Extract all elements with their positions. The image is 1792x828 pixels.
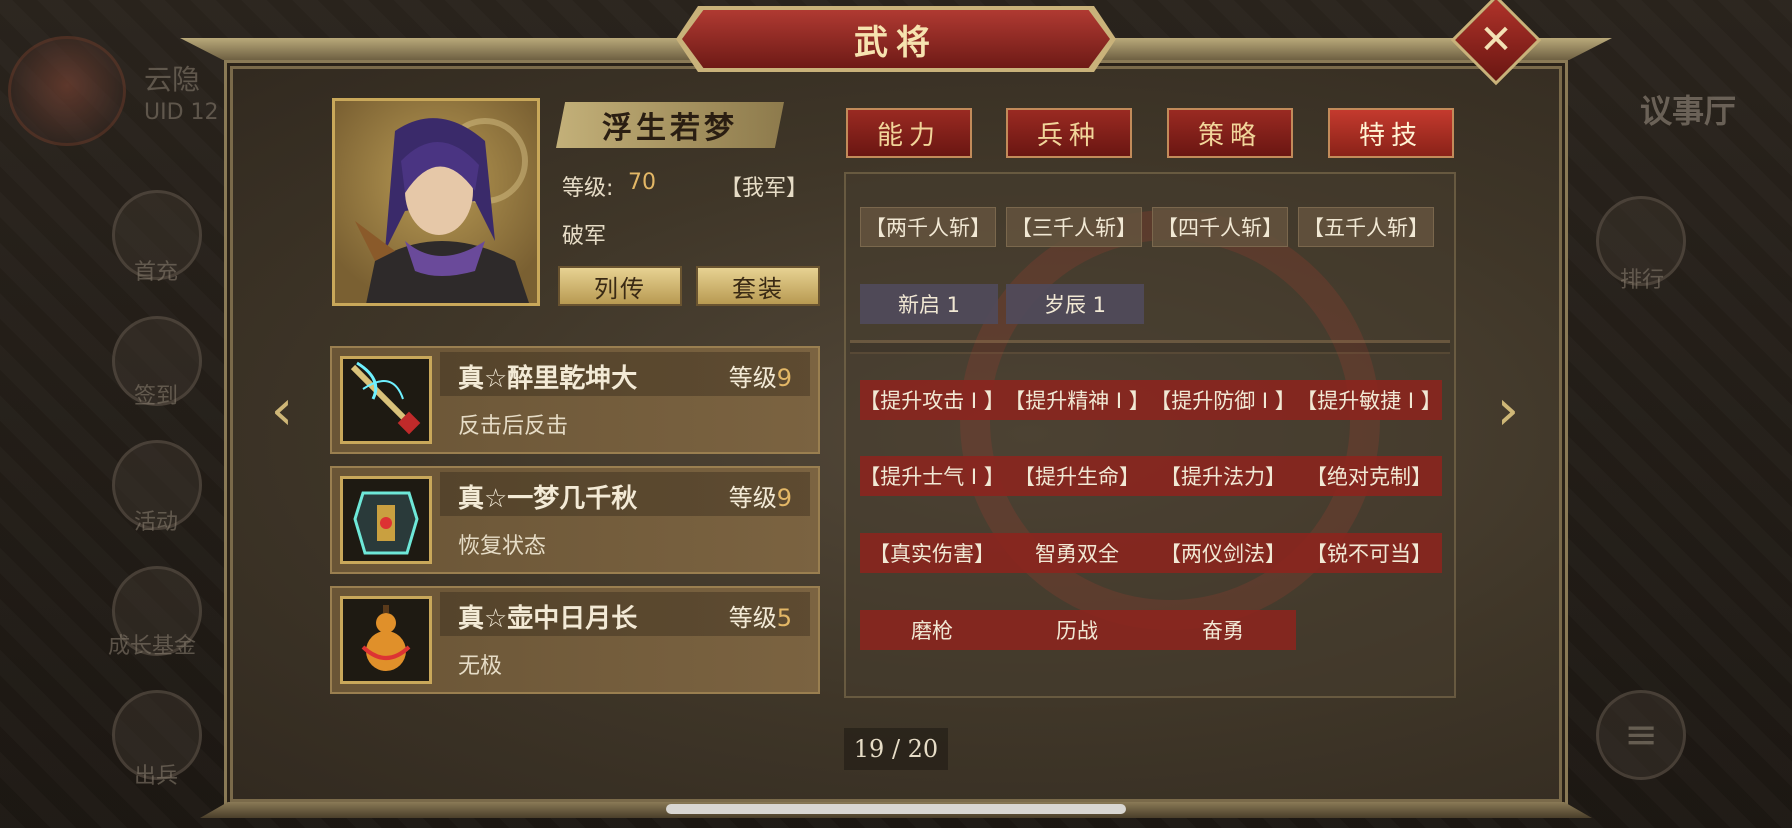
skill-chip[interactable]: 【提升生命】	[1004, 456, 1150, 496]
skill-chip[interactable]: 【三千人斩】	[1006, 207, 1142, 247]
skill-chip[interactable]: 【两千人斩】	[860, 207, 996, 247]
close-icon[interactable]: ✕	[1464, 8, 1528, 72]
menu-icon[interactable]: ≡	[1596, 690, 1686, 780]
equipment-level: 等级5	[729, 598, 792, 633]
skill-chip[interactable]: 磨枪	[860, 610, 1004, 650]
window-title: 武将	[854, 22, 938, 63]
skills-row-combat: 磨枪 历战 奋勇	[860, 610, 1296, 650]
equipment-name: 真☆壶中日月长	[458, 604, 638, 634]
skill-chip[interactable]: 岁辰 1	[1006, 284, 1144, 324]
equipment-name: 真☆醉里乾坤大	[458, 364, 638, 394]
skill-chip[interactable]: 【提升敏捷 I 】	[1296, 380, 1442, 420]
equipment-level-value: 9	[776, 484, 792, 512]
skill-chip[interactable]: 【四千人斩】	[1152, 207, 1288, 247]
equipment-level: 等级9	[729, 358, 792, 393]
equipment-effect: 无极	[458, 654, 503, 679]
equipment-level-label: 等级	[728, 364, 777, 392]
skills-row-kills: 【两千人斩】 【三千人斩】 【四千人斩】 【五千人斩】	[860, 207, 1434, 247]
skill-chip[interactable]: 【锐不可当】	[1296, 533, 1442, 573]
equipment-item-accessory[interactable]: 真☆壶中日月长 等级5 无极	[330, 586, 820, 694]
suit-button[interactable]: 套装	[696, 266, 820, 306]
side-label-checkin: 签到	[134, 384, 179, 409]
side-label-growth-fund: 成长基金	[108, 634, 197, 659]
portrait-image	[355, 118, 529, 303]
armor-icon	[340, 476, 432, 564]
equipment-effect: 恢复状态	[458, 534, 547, 559]
player-name: 云隐	[144, 63, 201, 96]
equipment-level-value: 5	[776, 604, 792, 632]
general-class: 破军	[562, 224, 607, 249]
equipment-item-armor[interactable]: 真☆一梦几千秋 等级9 恢复状态	[330, 466, 820, 574]
side-label-deploy: 出兵	[134, 764, 179, 789]
sword-icon	[340, 356, 432, 444]
player-avatar[interactable]	[8, 36, 126, 146]
home-indicator[interactable]	[666, 804, 1126, 814]
skill-chip[interactable]: 【两仪剑法】	[1150, 533, 1296, 573]
tab-ability[interactable]: 能力	[846, 108, 972, 158]
equipment-name: 真☆一梦几千秋	[458, 484, 638, 514]
equipment-level-label: 等级	[728, 604, 777, 632]
side-label-ranking: 排行	[1620, 268, 1665, 293]
skills-row-boost: 【提升攻击 I 】 【提升精神 I 】 【提升防御 I 】 【提升敏捷 I 】	[859, 380, 1442, 420]
skills-row-boost-2: 【提升士气 I 】 【提升生命】 【提升法力】 【绝对克制】	[859, 456, 1442, 496]
skill-chip[interactable]: 【真实伤害】	[860, 533, 1004, 573]
skill-chip[interactable]: 奋勇	[1150, 610, 1296, 650]
section-divider	[850, 340, 1450, 354]
tab-strategy[interactable]: 策略	[1167, 108, 1293, 158]
skills-row-special: 【真实伤害】 智勇双全 【两仪剑法】 【锐不可当】	[860, 533, 1442, 573]
title-plate: 武将	[682, 10, 1110, 68]
level-value: 70	[628, 170, 656, 195]
side-label-events: 活动	[134, 510, 179, 535]
page-indicator: 19 / 20	[844, 728, 948, 770]
skill-chip[interactable]: 【提升法力】	[1150, 456, 1296, 496]
skill-chip[interactable]: 【绝对克制】	[1296, 456, 1442, 496]
skill-chip[interactable]: 【提升士气 I 】	[859, 456, 1005, 496]
biography-button[interactable]: 列传	[558, 266, 682, 306]
skill-chip[interactable]: 【提升防御 I 】	[1150, 380, 1296, 420]
equipment-level-label: 等级	[728, 484, 777, 512]
skill-chip[interactable]: 【五千人斩】	[1298, 207, 1434, 247]
gourd-icon	[340, 596, 432, 684]
council-hall-title: 议事厅	[1640, 92, 1737, 130]
faction-label: 【我军】	[720, 176, 809, 201]
skill-chip[interactable]: 【提升精神 I 】	[1004, 380, 1150, 420]
equipment-level: 等级9	[729, 478, 792, 513]
level-label: 等级:	[562, 176, 614, 201]
prev-general-arrow-icon[interactable]: ‹	[262, 378, 302, 443]
general-portrait	[332, 98, 540, 306]
skill-chip[interactable]: 新启 1	[860, 284, 998, 324]
skill-chip[interactable]: 【提升攻击 I 】	[859, 380, 1005, 420]
side-label-first-recharge: 首充	[134, 260, 179, 285]
next-general-arrow-icon[interactable]: ›	[1488, 378, 1528, 443]
general-name: 浮生若梦	[602, 111, 738, 146]
equipment-level-value: 9	[776, 364, 792, 392]
tab-special-skills[interactable]: 特技	[1328, 108, 1454, 158]
equipment-item-weapon[interactable]: 真☆醉里乾坤大 等级9 反击后反击	[330, 346, 820, 454]
skill-chip[interactable]: 智勇双全	[1004, 533, 1150, 573]
tab-troop-type[interactable]: 兵种	[1006, 108, 1132, 158]
skills-row-time: 新启 1 岁辰 1	[860, 284, 1144, 324]
general-name-plate: 浮生若梦	[556, 102, 784, 148]
skill-chip[interactable]: 历战	[1004, 610, 1150, 650]
player-uid: UID 12	[144, 100, 219, 125]
equipment-effect: 反击后反击	[458, 414, 569, 439]
